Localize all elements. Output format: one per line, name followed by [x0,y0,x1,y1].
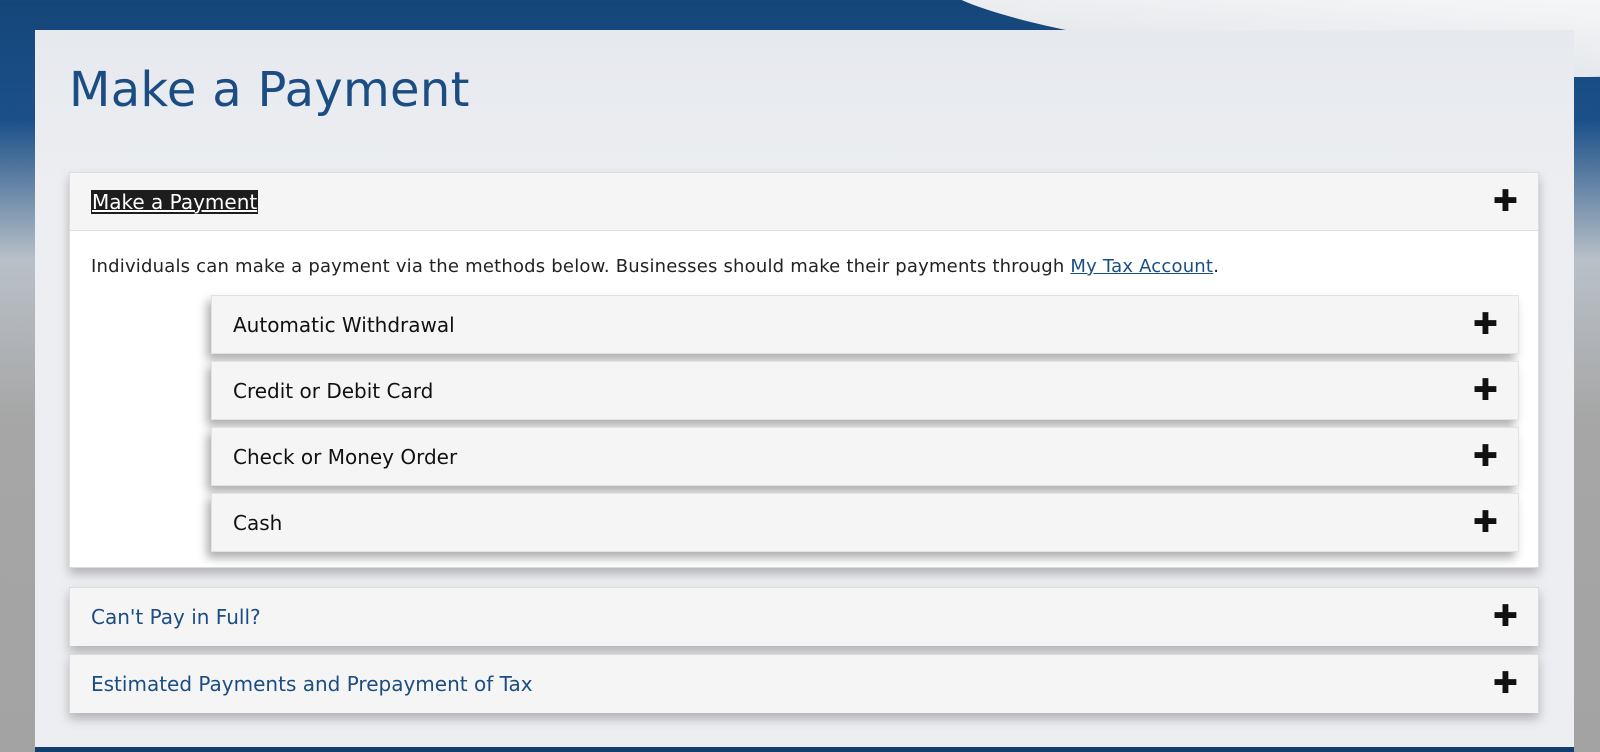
accordion-label: Check or Money Order [233,444,458,469]
accordion-automatic-withdrawal[interactable]: Automatic Withdrawal ✚ [211,295,1519,354]
panel-heading: Can't Pay in Full? [91,605,261,629]
accordion-label: Credit or Debit Card [233,378,434,403]
accordion-label: Cash [233,510,283,535]
panel-heading-link[interactable]: Make a Payment [91,189,259,214]
plus-icon[interactable]: ✚ [1493,186,1518,217]
page-title: Make a Payment [69,62,470,118]
plus-icon[interactable]: ✚ [1473,375,1498,406]
intro-text: Individuals can make a payment via the m… [91,256,1220,277]
accordion-credit-or-debit-card[interactable]: Credit or Debit Card ✚ [211,361,1519,420]
plus-icon[interactable]: ✚ [1473,309,1498,340]
main-content: Make a Payment Make a Payment ✚ Individu… [35,30,1574,752]
footer-bar [35,747,1574,752]
panel-make-a-payment: Make a Payment ✚ Individuals can make a … [69,172,1539,568]
my-tax-account-link[interactable]: My Tax Account [1070,256,1213,277]
plus-icon[interactable]: ✚ [1493,602,1518,632]
accordion-check-or-money-order[interactable]: Check or Money Order ✚ [211,427,1519,486]
panel-header-make-a-payment[interactable]: Make a Payment ✚ [70,173,1538,231]
plus-icon[interactable]: ✚ [1473,507,1498,538]
accordion-cash[interactable]: Cash ✚ [211,493,1519,552]
panel-cant-pay-in-full[interactable]: Can't Pay in Full? ✚ [69,587,1539,646]
panel-header-estimated-payments[interactable]: Estimated Payments and Prepayment of Tax… [70,655,1538,713]
plus-icon[interactable]: ✚ [1473,441,1498,472]
accordion-label: Automatic Withdrawal [233,312,455,337]
panel-estimated-payments[interactable]: Estimated Payments and Prepayment of Tax… [69,654,1539,713]
plus-icon[interactable]: ✚ [1493,669,1518,699]
panel-header-cant-pay-in-full[interactable]: Can't Pay in Full? ✚ [70,588,1538,646]
panel-heading: Estimated Payments and Prepayment of Tax [91,672,533,696]
